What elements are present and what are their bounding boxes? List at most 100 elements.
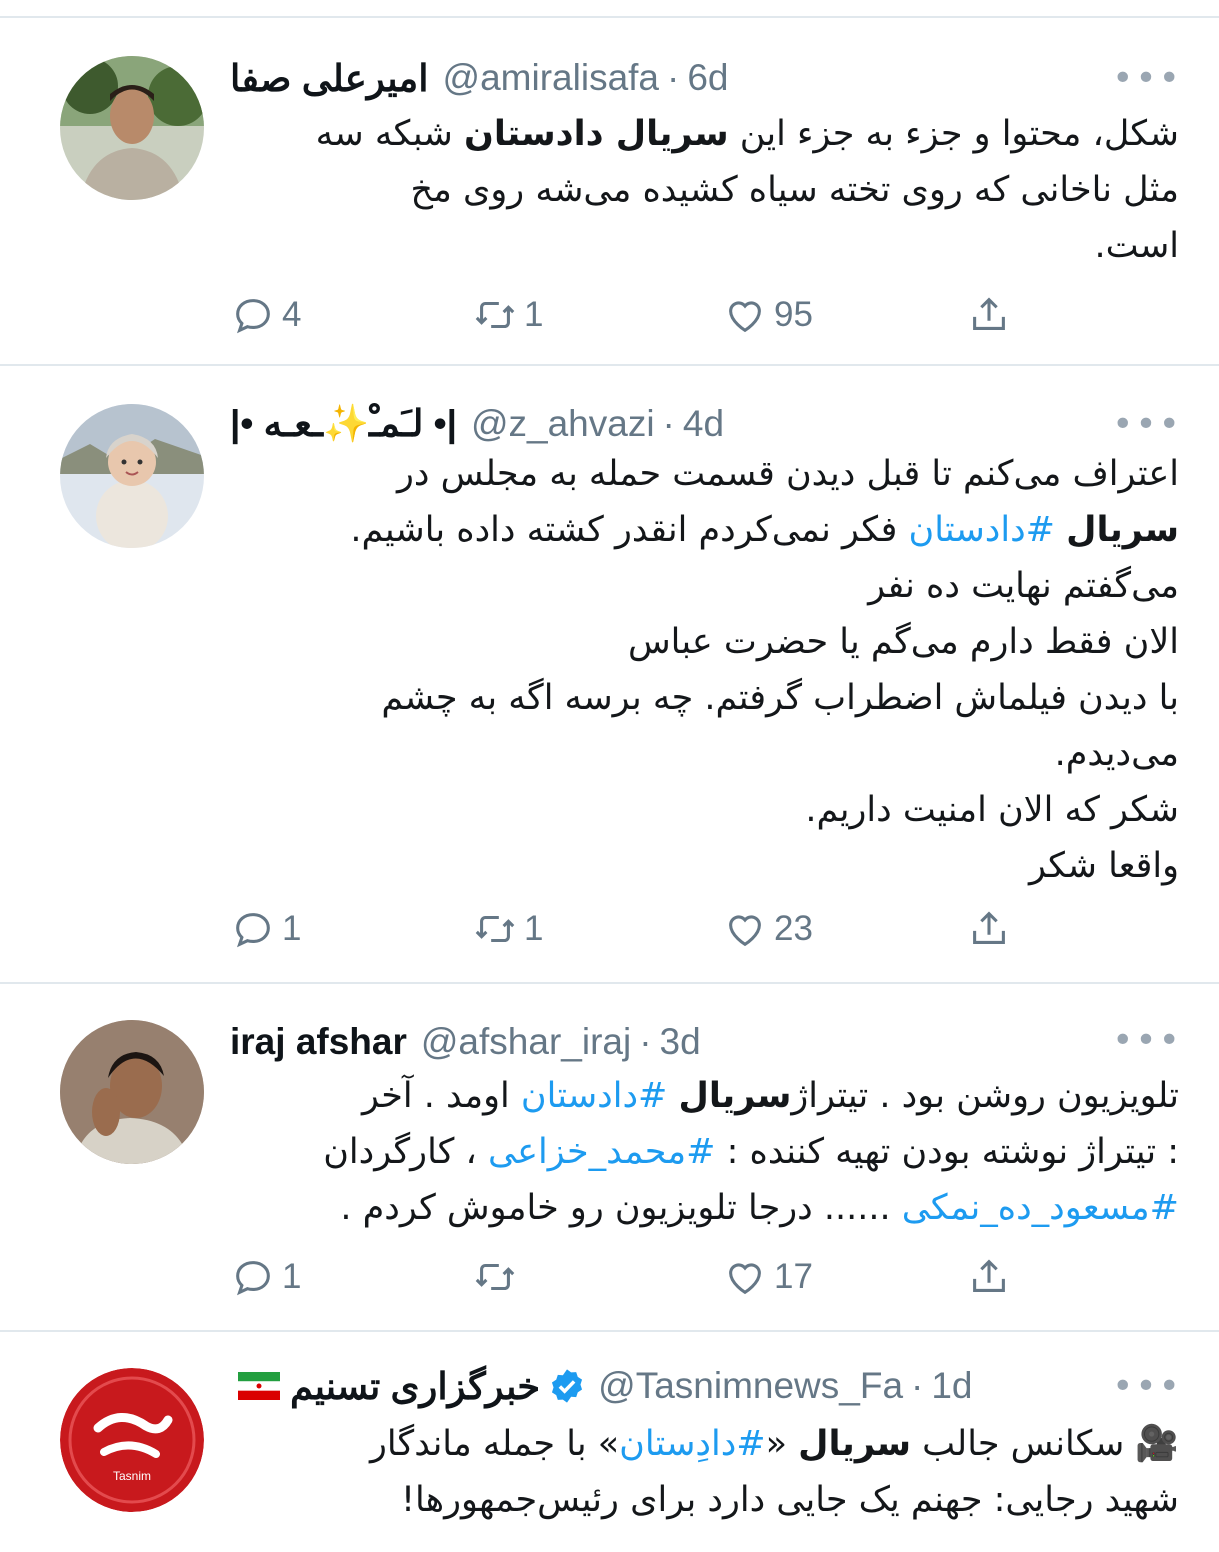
reply-button[interactable]: 1 xyxy=(230,904,301,954)
timestamp[interactable]: 3d xyxy=(660,1021,701,1063)
tweet-text-line: اعتراف می‌کنم تا قبل دیدن قسمت حمله به م… xyxy=(230,446,1179,502)
share-button[interactable] xyxy=(966,1252,1018,1302)
retweet-count: 1 xyxy=(524,295,544,334)
text-run: است. xyxy=(1094,226,1179,266)
more-horizontal-icon[interactable]: ••• xyxy=(1112,1366,1180,1407)
tweet-header: خبرگزاری تسنیم @Tasnimnews_Fa · 1d xyxy=(230,1362,1109,1410)
share-button[interactable] xyxy=(966,904,1018,954)
text-run: « xyxy=(765,1424,799,1464)
like-button[interactable]: 17 xyxy=(722,1252,813,1302)
retweet-icon xyxy=(475,915,515,943)
reply-button[interactable]: 1 xyxy=(230,1252,301,1302)
heart-icon xyxy=(729,915,761,947)
tweet-text-line: می‌گفتم نهایت ده نفر xyxy=(230,558,1179,614)
verified-badge-icon xyxy=(552,1369,583,1403)
tweet-text: 🎥 سکانس جالب سریال «#دادِستان» با جمله م… xyxy=(230,1416,1179,1528)
display-name[interactable]: iraj afshar xyxy=(230,1021,407,1063)
text-run: می‌گفتم نهایت ده نفر xyxy=(868,566,1179,606)
tweet-actions: 4 1 95 xyxy=(230,290,1050,340)
retweet-icon xyxy=(475,1263,515,1291)
retweet-button[interactable] xyxy=(472,1252,524,1302)
share-icon xyxy=(973,297,1005,330)
tweet-text-line: : تیتراژ نوشته بودن تهیه کننده : #محمد_خ… xyxy=(230,1124,1179,1180)
tweet-text-line: #مسعود_ده_نمکی ...... درجا تلویزیون رو خ… xyxy=(230,1180,1179,1236)
tweet-text-line: تلویزیون روشن بود . تیتراژسریال #دادستان… xyxy=(230,1068,1179,1124)
share-icon xyxy=(973,911,1005,944)
retweet-button[interactable]: 1 xyxy=(472,290,543,340)
text-run: : تیتراژ نوشته بودن تهیه کننده : xyxy=(715,1132,1179,1172)
share-icon xyxy=(973,1259,1005,1292)
tweet-actions: 1 1 23 xyxy=(230,904,1050,954)
like-count: 17 xyxy=(774,1257,813,1296)
like-button[interactable]: 95 xyxy=(722,290,813,340)
tweet-text-line: مثل ناخانی که روی تخته سیاه کشیده می‌شه … xyxy=(230,162,1179,218)
highlighted-keyword: سریال دادستان xyxy=(463,114,729,154)
more-horizontal-icon[interactable]: ••• xyxy=(1112,404,1180,445)
like-button[interactable]: 23 xyxy=(722,904,813,954)
text-run: با دیدن فیلماش اضطراب گرفتم. چه برسه اگه… xyxy=(381,678,1179,718)
display-name[interactable]: خبرگزاری تسنیم xyxy=(290,1365,540,1408)
reply-button[interactable]: 4 xyxy=(230,290,301,340)
avatar[interactable] xyxy=(60,1020,204,1164)
iran-flag-icon xyxy=(238,1372,280,1400)
timestamp[interactable]: 6d xyxy=(687,57,728,99)
tweet-text-line: واقعا شکر xyxy=(230,838,1179,894)
more-horizontal-icon[interactable]: ••• xyxy=(1112,1020,1180,1061)
text-run xyxy=(667,1076,678,1116)
text-run: می‌دیدم. xyxy=(1054,734,1179,774)
text-run: تلویزیون روشن بود . تیتراژ xyxy=(791,1076,1179,1116)
highlighted-keyword: سریال xyxy=(798,1424,912,1464)
display-name[interactable]: |• لـَمـْ✨ـعـه •| xyxy=(230,402,457,446)
hashtag-link[interactable]: #محمد_خزاعی xyxy=(488,1132,716,1172)
avatar[interactable] xyxy=(60,404,204,548)
more-horizontal-icon[interactable]: ••• xyxy=(1112,58,1180,99)
retweet-button[interactable]: 1 xyxy=(472,904,543,954)
reply-icon xyxy=(236,1261,270,1296)
text-run: اعتراف می‌کنم تا قبل دیدن قسمت حمله به م… xyxy=(397,454,1179,494)
tweet[interactable]: |• لـَمـْ✨ـعـه •| @z_ahvazi · 4d ••• اعت… xyxy=(0,366,1219,984)
tweet[interactable]: امیرعلی صفا @amiralisafa · 6d ••• شکل، م… xyxy=(0,16,1219,366)
avatar-logo-text: Tasnim xyxy=(113,1469,151,1483)
tweet-actions: 1 17 xyxy=(230,1252,1050,1302)
hashtag-link[interactable]: #دادستان xyxy=(521,1076,667,1116)
text-run: ، کارگردان xyxy=(323,1132,488,1172)
text-run: الان فقط دارم می‌گم یا حضرت عباس xyxy=(627,622,1179,662)
tweet-text-line: می‌دیدم. xyxy=(230,726,1179,782)
reply-count: 1 xyxy=(282,909,302,948)
reply-icon xyxy=(236,913,270,948)
username[interactable]: @amiralisafa xyxy=(443,57,659,99)
retweet-icon xyxy=(475,301,515,329)
text-run: شکر که الان امنیت داریم. xyxy=(805,790,1179,830)
tweet[interactable]: iraj afshar @afshar_iraj · 3d ••• تلویزی… xyxy=(0,984,1219,1332)
text-run: مثل ناخانی که روی تخته سیاه کشیده می‌شه … xyxy=(410,170,1179,210)
tweet-text: تلویزیون روشن بود . تیتراژسریال #دادستان… xyxy=(230,1068,1179,1236)
hashtag-link[interactable]: #مسعود_ده_نمکی xyxy=(902,1188,1179,1228)
tweet-header: |• لـَمـْ✨ـعـه •| @z_ahvazi · 4d xyxy=(230,402,725,446)
tweet-text-line: با دیدن فیلماش اضطراب گرفتم. چه برسه اگه… xyxy=(230,670,1179,726)
heart-icon xyxy=(729,1263,761,1295)
tweet-text-line: شکر که الان امنیت داریم. xyxy=(230,782,1179,838)
tweet[interactable]: Tasnim خبرگزاری تسنیم @Tasnimnews_Fa · 1… xyxy=(0,1332,1219,1552)
highlighted-keyword: سریال xyxy=(678,1076,792,1116)
share-button[interactable] xyxy=(966,290,1018,340)
tweet-text-line: شکل، محتوا و جزء به جزء این سریال دادستا… xyxy=(230,106,1179,162)
username[interactable]: @afshar_iraj xyxy=(421,1021,631,1063)
text-run: ...... درجا تلویزیون رو خاموش کردم . xyxy=(340,1188,902,1228)
reply-count: 1 xyxy=(282,1257,302,1296)
hashtag-link[interactable]: #دادستان xyxy=(909,510,1055,550)
text-run xyxy=(1055,510,1066,550)
tweet-header: iraj afshar @afshar_iraj · 3d xyxy=(230,1021,701,1063)
username[interactable]: @Tasnimnews_Fa xyxy=(598,1365,903,1407)
avatar[interactable]: Tasnim xyxy=(60,1368,204,1512)
retweet-count: 1 xyxy=(524,909,544,948)
tweet-text-line: 🎥 سکانس جالب سریال «#دادِستان» با جمله م… xyxy=(230,1416,1179,1472)
tweet-text: شکل، محتوا و جزء به جزء این سریال دادستا… xyxy=(230,106,1179,274)
avatar[interactable] xyxy=(60,56,204,200)
timestamp[interactable]: 1d xyxy=(931,1365,972,1407)
display-name[interactable]: امیرعلی صفا xyxy=(230,57,429,100)
hashtag-link[interactable]: #دادِستان xyxy=(619,1424,765,1464)
timestamp[interactable]: 4d xyxy=(683,403,724,445)
tweet-text-line: سریال #دادستان فکر نمی‌کردم انقدر کشته د… xyxy=(230,502,1179,558)
username[interactable]: @z_ahvazi xyxy=(471,403,655,445)
heart-icon xyxy=(729,301,761,333)
